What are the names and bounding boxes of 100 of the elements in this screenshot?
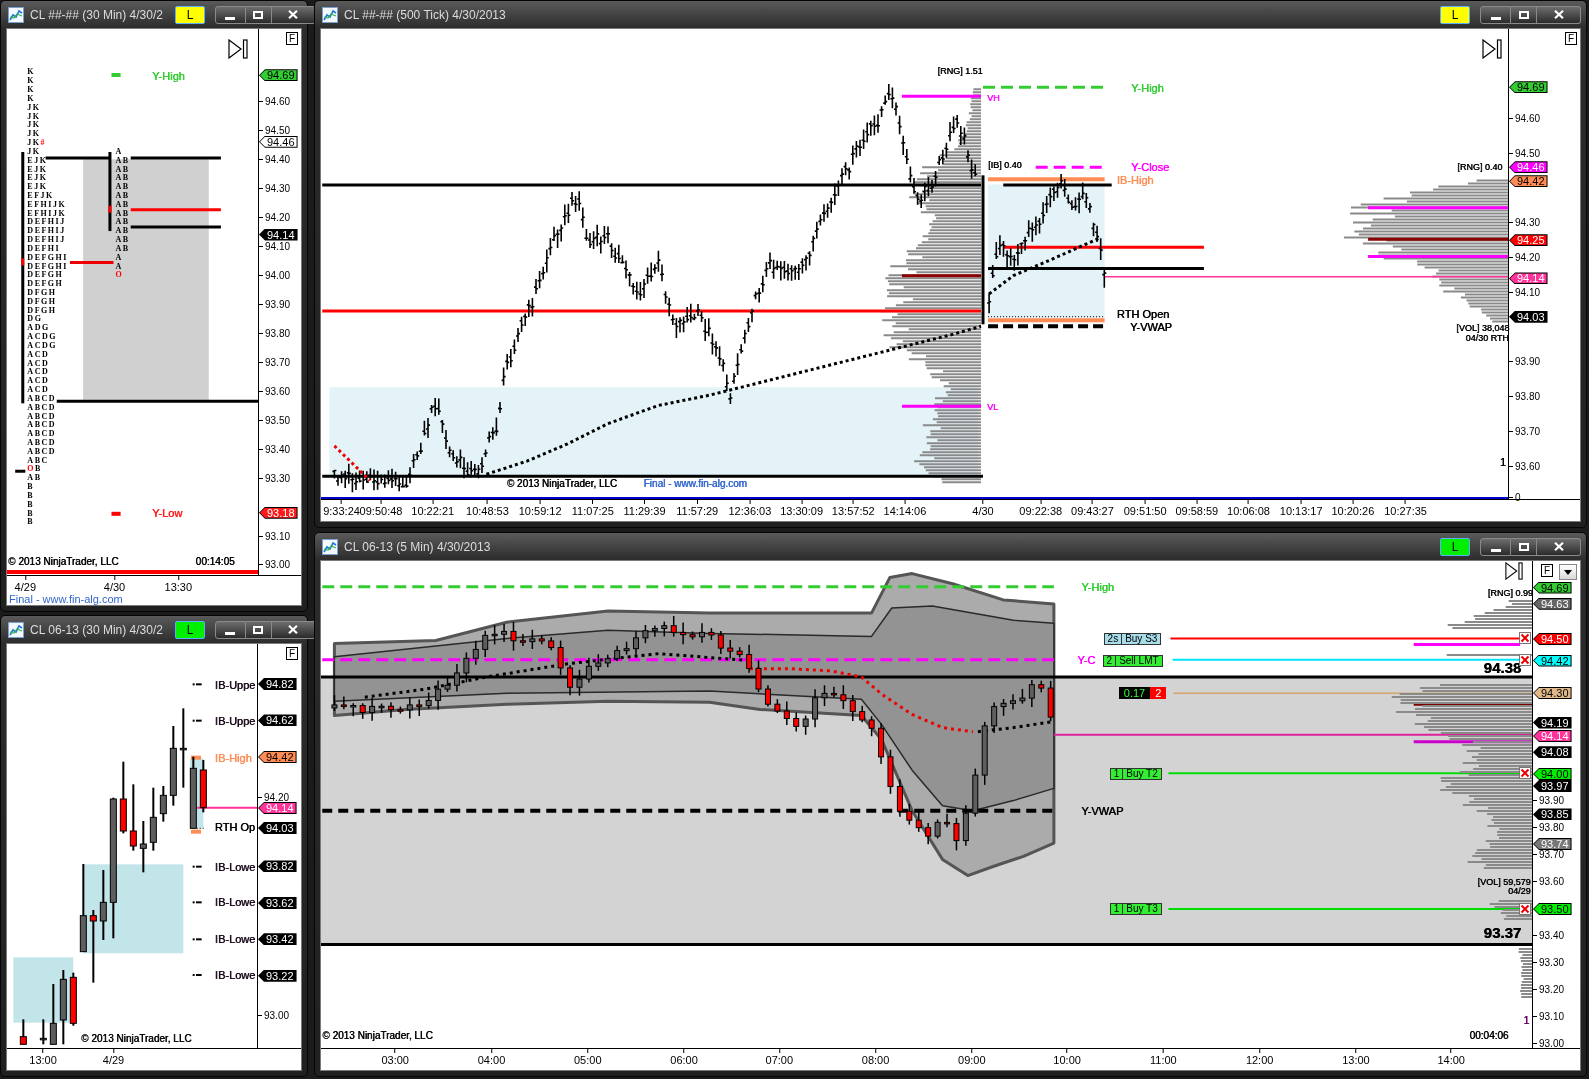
maximize-icon [1518, 542, 1529, 551]
time-axis-label: 4/29 [14, 576, 37, 594]
price-tag: 94.14 [259, 803, 296, 814]
maximize-button[interactable] [245, 620, 272, 639]
price-tag: 94.42 [259, 751, 296, 762]
window-title: CL ##-## (30 Min) 4/30/2 [30, 7, 163, 22]
time-axis-label: 09:43:27 [1071, 500, 1114, 518]
time-axis-label: 4/30 [103, 576, 126, 594]
link-button[interactable]: L [1440, 537, 1470, 556]
axis-tick-label: 93.90 [259, 299, 291, 309]
skip-end-icon[interactable] [1481, 38, 1502, 59]
close-button[interactable] [1537, 5, 1581, 24]
minimize-icon [225, 631, 236, 635]
price-tag: 94.42 [1534, 655, 1571, 666]
price-tag: 94.14 [1534, 731, 1571, 742]
time-axis-label: 13:00 [29, 1049, 57, 1067]
minimize-button[interactable] [214, 5, 246, 24]
time-axis-label: 03:00 [381, 1049, 409, 1067]
time-axis-label: 09:58:59 [1175, 500, 1219, 518]
time-axis-label: 11:29:39 [623, 500, 666, 518]
price-tag: 94.69 [260, 70, 297, 81]
caret-icon [1564, 569, 1572, 575]
price-tag: 93.85 [1534, 809, 1571, 820]
chart-label: [VOL] 38,048 [1456, 324, 1510, 334]
time-axis-label: 13:00 [1342, 1049, 1370, 1067]
time-axis-label: 07:00 [765, 1049, 794, 1067]
maximize-button[interactable] [1511, 537, 1537, 556]
link-button[interactable]: L [1440, 5, 1470, 24]
close-button[interactable] [271, 620, 316, 639]
chart-icon [8, 6, 24, 23]
time-axis-label: 09:00 [958, 1049, 986, 1067]
minimize-icon [1490, 16, 1501, 20]
time-axis-label: 09:22:38 [1019, 500, 1063, 518]
minimize-button[interactable] [1480, 537, 1511, 556]
price-tag: 94.46 [260, 136, 297, 147]
chart-label: VH [987, 93, 1000, 103]
close-icon [288, 625, 299, 634]
link-button[interactable]: L [174, 5, 205, 24]
price-tag: 94.69 [1534, 582, 1571, 593]
axis-tick-label: 93.90 [1533, 796, 1565, 806]
minimize-icon [1490, 548, 1501, 552]
window-title: CL 06-13 (30 Min) 4/30/2 [30, 622, 163, 637]
time-axis-label: 11:07:25 [571, 500, 614, 518]
time-axis-label: 10:59:12 [518, 500, 562, 518]
axis-tick-label: 94.50 [259, 125, 291, 135]
price-tag: 94.69 [1510, 82, 1547, 93]
chart-label: IB-High [1116, 174, 1154, 186]
time-axis-label: 10:00 [1053, 1049, 1081, 1067]
maximize-icon [253, 625, 264, 634]
maximize-button[interactable] [245, 5, 272, 24]
axis-tick-label: 93.70 [1533, 850, 1565, 860]
price-tag: 94.30 [1534, 687, 1571, 698]
axis-tick-label: 94.30 [1509, 218, 1541, 228]
maximize-button[interactable] [1511, 5, 1537, 24]
time-axis-label: 05:00 [574, 1049, 602, 1067]
price-tag: 94.00 [1534, 768, 1571, 779]
chart-label: © 2013 NinjaTrader, LLC [506, 479, 618, 490]
time-axis-label: 4/30 [972, 500, 994, 518]
time-axis-label: 08:00 [861, 1049, 890, 1067]
time-axis-label: 13:57:52 [831, 500, 875, 518]
time-axis-label: 14:00 [1437, 1049, 1465, 1067]
close-button[interactable] [1537, 537, 1581, 556]
chart-icon [8, 621, 24, 638]
price-tag: 94.62 [259, 715, 296, 726]
axis-tick-label: 93.80 [259, 328, 291, 338]
axis-tick-label: 93.80 [1509, 392, 1541, 402]
minimize-button[interactable] [214, 620, 246, 639]
axis-tick-label: 93.20 [1533, 985, 1565, 995]
axis-tick-label: 93.10 [259, 531, 291, 541]
chart-label: 1 [1499, 456, 1506, 468]
axis-tick-label: 93.40 [259, 444, 291, 454]
time-axis-label: 06:00 [670, 1049, 698, 1067]
time-axis-label: 10:22:21 [411, 500, 455, 518]
price-tag: 94.14 [260, 229, 297, 240]
time-axis-label: 10:48:53 [466, 500, 509, 518]
chart-label: Y-High [1130, 82, 1164, 94]
dropdown-button[interactable] [1559, 564, 1577, 580]
corner-button[interactable]: F [1541, 564, 1553, 577]
time-axis-label: 11:00 [1150, 1049, 1177, 1067]
time-axis-label: 13:30:09 [780, 500, 823, 518]
chart-label: [RNG] 1.51 [937, 67, 983, 77]
axis-tick-label: 93.60 [1509, 461, 1541, 471]
time-axis-label: 13:30 [164, 576, 193, 594]
corner-button[interactable]: F [286, 32, 298, 45]
axis-tick-label: 93.00 [259, 560, 291, 570]
minimize-button[interactable] [1480, 5, 1511, 24]
chart-label: 04/30 RTH [1465, 333, 1509, 343]
close-button[interactable] [271, 5, 316, 24]
axis-tick-label: 93.30 [259, 473, 291, 483]
time-axis-label: 04:00 [477, 1049, 506, 1067]
window-title: CL 06-13 (5 Min) 4/30/2013 [344, 539, 491, 554]
price-tag: 94.63 [1534, 598, 1571, 609]
corner-button[interactable]: F [1565, 32, 1577, 45]
window-title: CL ##-## (500 Tick) 4/30/2013 [344, 7, 506, 22]
website-text: Final - www.fin-alg.com [8, 593, 124, 605]
chart-label: VL [987, 402, 999, 412]
axis-tick-label: 93.30 [1533, 958, 1565, 968]
corner-button[interactable]: F [286, 647, 298, 660]
axis-tick-label: 93.60 [1533, 877, 1565, 887]
link-button[interactable]: L [174, 620, 205, 639]
